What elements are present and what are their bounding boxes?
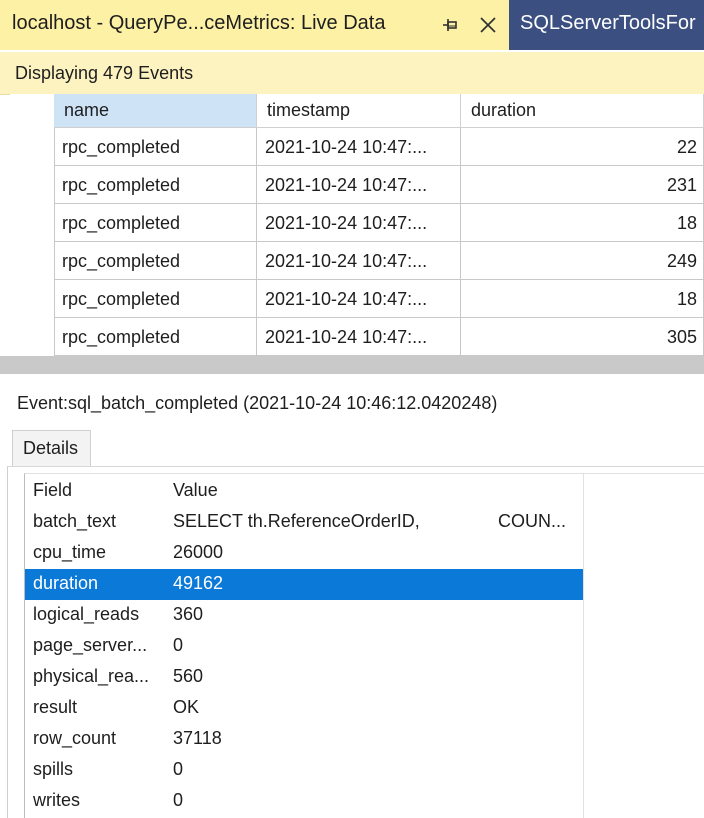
table-row[interactable]: writes 0 <box>25 786 704 817</box>
table-cell-timestamp[interactable]: 2021-10-24 10:47:... <box>257 166 461 204</box>
field-value: OK <box>173 697 200 717</box>
table-row[interactable]: row_count 37118 <box>25 724 704 755</box>
table-cell-timestamp[interactable]: 2021-10-24 10:47:... <box>257 204 461 242</box>
field-value: 0 <box>173 635 184 655</box>
table-cell-duration[interactable]: 18 <box>461 204 704 242</box>
field-value: 37118 <box>173 728 222 748</box>
field-name: duration <box>33 573 99 593</box>
field-value: 360 <box>173 604 204 624</box>
field-name: result <box>33 697 78 717</box>
field-value: 26000 <box>173 542 224 562</box>
table-row[interactable]: spills 0 <box>25 755 704 786</box>
table-cell-duration[interactable]: 22 <box>461 128 704 166</box>
table-cell-timestamp[interactable]: 2021-10-24 10:47:... <box>257 280 461 318</box>
table-cell-name[interactable]: rpc_completed <box>54 166 257 204</box>
field-value: SELECT th.ReferenceOrderID, <box>173 511 420 531</box>
document-tab-strip: localhost - QueryPe...ceMetrics: Live Da… <box>0 0 704 50</box>
tab-details[interactable]: Details <box>12 430 91 466</box>
field-name: page_server... <box>33 635 148 655</box>
events-status-bar: Displaying 479 Events <box>0 52 704 95</box>
table-cell-name[interactable]: rpc_completed <box>54 204 257 242</box>
event-title: Event:sql_batch_completed (2021-10-24 10… <box>17 393 498 413</box>
table-cell-duration[interactable]: 231 <box>461 166 704 204</box>
table-cell-duration[interactable]: 305 <box>461 318 704 356</box>
close-icon[interactable] <box>477 14 499 36</box>
field-value: 560 <box>173 666 204 686</box>
event-count-text: Displaying 479 Events <box>15 63 194 83</box>
table-cell-name[interactable]: rpc_completed <box>54 280 257 318</box>
table-cell-timestamp[interactable]: 2021-10-24 10:47:... <box>257 242 461 280</box>
table-row[interactable]: physical_rea... 560 <box>25 662 704 693</box>
field-name: logical_reads <box>33 604 140 624</box>
field-name: physical_rea... <box>33 666 150 686</box>
field-column-header: Field <box>33 480 73 500</box>
table-cell-duration[interactable]: 249 <box>461 242 704 280</box>
events-grid[interactable]: name timestamp duration rpc_completed 2021-1… <box>10 94 704 356</box>
field-value: 0 <box>173 759 184 779</box>
details-property-grid[interactable]: Field Value batch_text SELECT th.ReferenceO… <box>24 473 704 818</box>
pane-splitter[interactable] <box>0 356 704 374</box>
tab-sqlservertools[interactable]: SQLServerToolsFor <box>509 0 704 50</box>
table-row[interactable]: result OK <box>25 693 704 724</box>
column-header-name[interactable]: name <box>54 94 257 128</box>
field-value: 49162 <box>173 573 224 593</box>
table-row[interactable]: logical_reads 360 <box>25 600 704 631</box>
column-header-timestamp[interactable]: timestamp <box>257 94 461 128</box>
column-header-duration[interactable]: duration <box>461 94 704 128</box>
field-name: row_count <box>33 728 117 748</box>
field-name: spills <box>33 759 74 779</box>
field-name: writes <box>33 790 81 810</box>
field-name: batch_text <box>33 511 117 531</box>
table-cell-timestamp[interactable]: 2021-10-24 10:47:... <box>257 318 461 356</box>
table-row[interactable]: cpu_time 26000 <box>25 538 704 569</box>
field-value: 0 <box>173 790 184 810</box>
table-row[interactable]: page_server... 0 <box>25 631 704 662</box>
value-column-header: Value <box>173 480 218 500</box>
table-cell-name[interactable]: rpc_completed <box>54 318 257 356</box>
details-header-row: Field Value <box>25 476 704 507</box>
table-cell-duration[interactable]: 18 <box>461 280 704 318</box>
table-cell-timestamp[interactable]: 2021-10-24 10:47:... <box>257 128 461 166</box>
table-cell-name[interactable]: rpc_completed <box>54 242 257 280</box>
table-row[interactable]: batch_text SELECT th.ReferenceOrderID, COU… <box>25 507 704 538</box>
tab-live-data-label: localhost - QueryPe...ceMetrics: Live Da… <box>12 12 386 34</box>
table-row[interactable]: duration 49162 <box>25 569 704 600</box>
tab-sqlservertools-label: SQLServerToolsFor <box>520 12 696 34</box>
row-header-column <box>10 94 55 356</box>
field-value-continuation: COUN... <box>498 511 567 531</box>
pin-icon[interactable] <box>440 15 460 35</box>
field-name: cpu_time <box>33 542 107 562</box>
table-cell-name[interactable]: rpc_completed <box>54 128 257 166</box>
tab-live-data[interactable]: localhost - QueryPe...ceMetrics: Live Da… <box>0 0 509 50</box>
tab-details-label: Details <box>23 438 79 458</box>
